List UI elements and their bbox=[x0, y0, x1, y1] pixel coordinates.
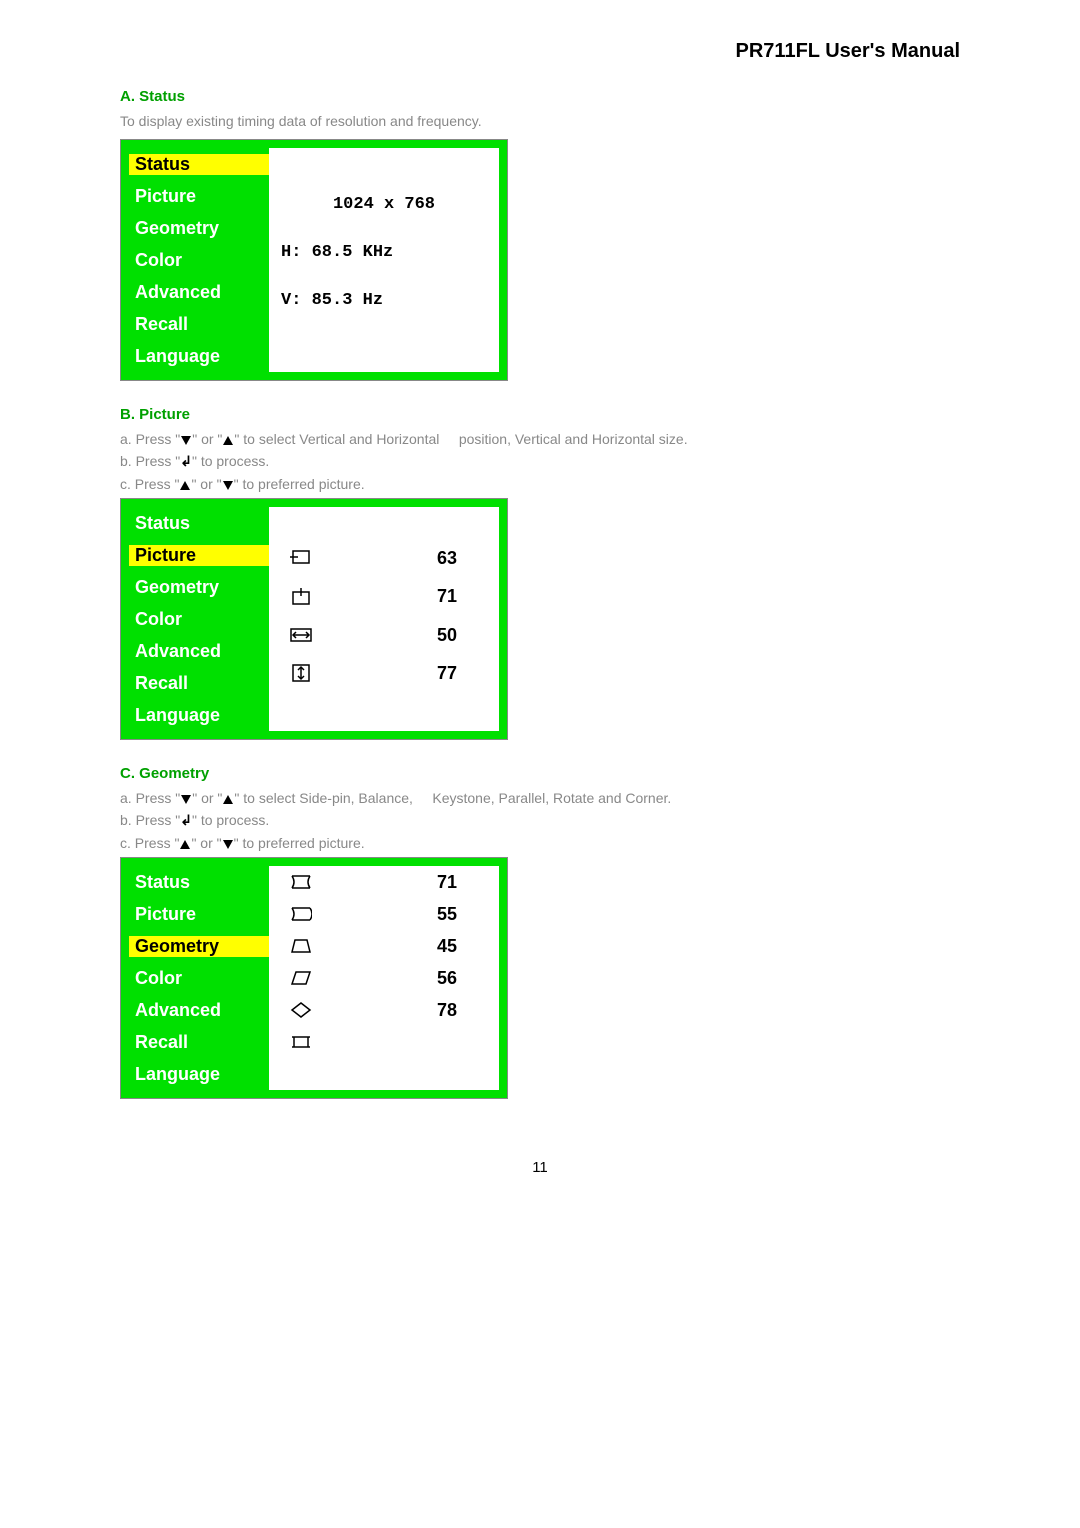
text: a. Press " bbox=[120, 790, 180, 806]
enter-icon: ↲ bbox=[180, 453, 192, 469]
geometry-val-3: 56 bbox=[321, 968, 487, 989]
geometry-row: 56 bbox=[269, 962, 499, 994]
picture-row: 50 bbox=[269, 616, 499, 654]
text: b. Press " bbox=[120, 453, 180, 469]
keystone-icon bbox=[281, 938, 321, 954]
status-vfreq: V: 85.3 Hz bbox=[269, 276, 499, 324]
osd-status: Status Picture Geometry Color Advanced R… bbox=[120, 139, 508, 381]
menu-advanced: Advanced bbox=[129, 282, 269, 303]
menu-status: Status bbox=[129, 154, 269, 175]
vsize-icon bbox=[281, 664, 321, 682]
picture-row: 63 bbox=[269, 539, 499, 577]
menu-advanced: Advanced bbox=[129, 641, 269, 662]
text: " to select Vertical and Horizontal bbox=[234, 431, 439, 447]
menu-geometry: Geometry bbox=[129, 218, 269, 239]
text: " or " bbox=[191, 476, 221, 492]
geometry-val-1: 55 bbox=[321, 904, 487, 925]
up-arrow-icon bbox=[223, 436, 233, 445]
geometry-row bbox=[269, 1026, 499, 1058]
menu-status: Status bbox=[129, 513, 269, 534]
enter-icon: ↲ bbox=[180, 812, 192, 828]
text: " to preferred picture. bbox=[234, 835, 365, 851]
text: b. Press " bbox=[120, 812, 180, 828]
menu-geometry: Geometry bbox=[129, 936, 269, 957]
text: c. Press " bbox=[120, 835, 179, 851]
hpos-icon bbox=[281, 549, 321, 567]
menu-color: Color bbox=[129, 609, 269, 630]
menu-picture: Picture bbox=[129, 186, 269, 207]
corner-icon bbox=[281, 1034, 321, 1050]
picture-row: 71 bbox=[269, 577, 499, 615]
text: a. Press " bbox=[120, 431, 180, 447]
picture-val-1: 71 bbox=[321, 586, 487, 607]
geometry-row: 45 bbox=[269, 930, 499, 962]
menu-recall: Recall bbox=[129, 1032, 269, 1053]
section-b-heading: B. Picture bbox=[120, 406, 960, 423]
menu-language: Language bbox=[129, 1064, 269, 1085]
down-arrow-icon bbox=[181, 436, 191, 445]
menu-picture: Picture bbox=[129, 904, 269, 925]
geometry-row: 71 bbox=[269, 866, 499, 898]
text: " to select Side-pin, Balance, bbox=[234, 790, 413, 806]
up-arrow-icon bbox=[180, 840, 190, 849]
menu-language: Language bbox=[129, 705, 269, 726]
menu-color: Color bbox=[129, 250, 269, 271]
text: " to process. bbox=[192, 453, 269, 469]
menu-recall: Recall bbox=[129, 673, 269, 694]
down-arrow-icon bbox=[181, 795, 191, 804]
geometry-val-4: 78 bbox=[321, 1000, 487, 1021]
page-number: 11 bbox=[120, 1159, 960, 1176]
text: c. Press " bbox=[120, 476, 179, 492]
section-c-heading: C. Geometry bbox=[120, 765, 960, 782]
geometry-val-2: 45 bbox=[321, 936, 487, 957]
section-a-heading: A. Status bbox=[120, 88, 960, 105]
picture-val-0: 63 bbox=[321, 548, 487, 569]
down-arrow-icon bbox=[223, 840, 233, 849]
parallel-icon bbox=[281, 970, 321, 986]
down-arrow-icon bbox=[223, 481, 233, 490]
up-arrow-icon bbox=[223, 795, 233, 804]
section-c-step-c: c. Press " " or " " to preferred picture. bbox=[120, 835, 960, 851]
text-extra: position, Vertical and Horizontal size. bbox=[459, 431, 688, 447]
menu-language: Language bbox=[129, 346, 269, 367]
menu-status: Status bbox=[129, 872, 269, 893]
section-b-step-b: b. Press "↲" to process. bbox=[120, 453, 960, 470]
osd-geometry: Status Picture Geometry Color Advanced R… bbox=[120, 857, 508, 1099]
geometry-row: 55 bbox=[269, 898, 499, 930]
picture-val-2: 50 bbox=[321, 625, 487, 646]
text: " or " bbox=[192, 431, 222, 447]
picture-val-3: 77 bbox=[321, 663, 487, 684]
section-b-step-a: a. Press " " or " " to select Vertical and… bbox=[120, 431, 960, 447]
section-c-step-b: b. Press "↲" to process. bbox=[120, 812, 960, 829]
menu-color: Color bbox=[129, 968, 269, 989]
balance-icon bbox=[281, 906, 321, 922]
section-c-step-a: a. Press " " or " " to select Side-pin, Ba… bbox=[120, 790, 960, 806]
status-hfreq: H: 68.5 KHz bbox=[269, 228, 499, 276]
text-extra: Keystone, Parallel, Rotate and Corner. bbox=[432, 790, 671, 806]
osd-picture: Status Picture Geometry Color Advanced R… bbox=[120, 498, 508, 740]
geometry-val-0: 71 bbox=[321, 872, 487, 893]
menu-picture: Picture bbox=[129, 545, 269, 566]
picture-row: 77 bbox=[269, 654, 499, 692]
up-arrow-icon bbox=[180, 481, 190, 490]
text: " to preferred picture. bbox=[234, 476, 365, 492]
section-a-desc: To display existing timing data of resol… bbox=[120, 113, 960, 129]
rotate-icon bbox=[281, 1002, 321, 1018]
page-header: PR711FL User's Manual bbox=[120, 40, 960, 63]
text: " or " bbox=[192, 790, 222, 806]
text: " or " bbox=[191, 835, 221, 851]
geometry-row: 78 bbox=[269, 994, 499, 1026]
status-resolution: 1024 x 768 bbox=[269, 180, 499, 228]
sidepin-icon bbox=[281, 874, 321, 890]
text: " to process. bbox=[192, 812, 269, 828]
menu-geometry: Geometry bbox=[129, 577, 269, 598]
hsize-icon bbox=[281, 626, 321, 644]
menu-recall: Recall bbox=[129, 314, 269, 335]
section-b-step-c: c. Press " " or " " to preferred picture. bbox=[120, 476, 960, 492]
menu-advanced: Advanced bbox=[129, 1000, 269, 1021]
vpos-icon bbox=[281, 588, 321, 606]
